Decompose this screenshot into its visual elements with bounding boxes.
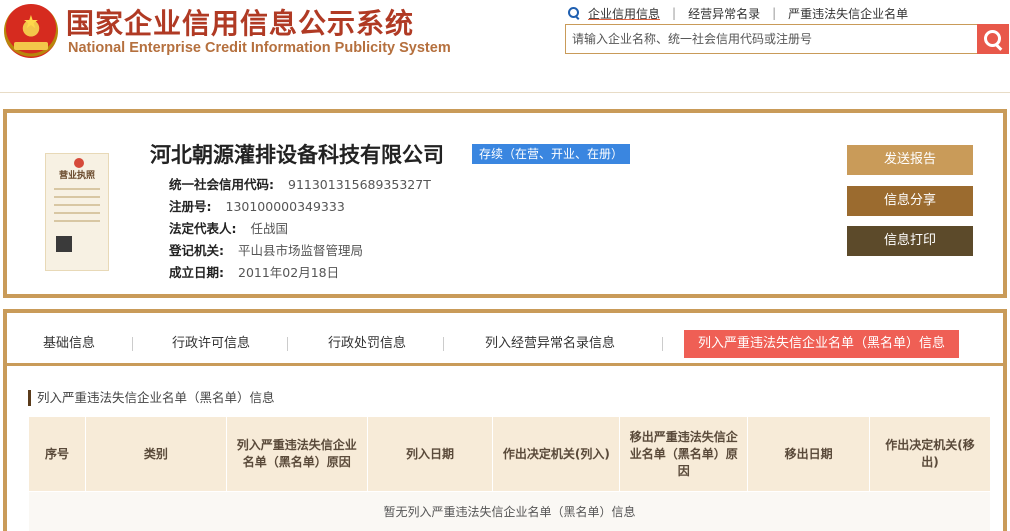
table-header-row: 序号 类别 列入严重违法失信企业名单（黑名单）原因 列入日期 作出决定机关(列入…: [28, 416, 991, 492]
tab-admin-license[interactable]: 行政许可信息: [172, 330, 250, 358]
print-info-button[interactable]: 信息打印: [847, 226, 973, 256]
site-header: ★ 国家企业信用信息公示系统 National Enterprise Credi…: [0, 0, 1010, 92]
search-icon: [568, 7, 580, 19]
tab-basic-info[interactable]: 基础信息: [43, 330, 95, 358]
tab-divider: [443, 337, 444, 351]
nav-separator: |: [672, 6, 677, 20]
header-divider: [0, 92, 1010, 93]
nav-link-credit-info[interactable]: 企业信用信息: [588, 5, 660, 22]
site-title-english: National Enterprise Credit Information P…: [68, 40, 451, 56]
tab-divider: [132, 337, 133, 351]
license-title: 营业执照: [58, 171, 95, 181]
column-header: 列入严重违法失信企业名单（黑名单）原因: [225, 416, 368, 492]
seal-icon: [74, 158, 84, 168]
blacklist-table: 序号 类别 列入严重违法失信企业名单（黑名单）原因 列入日期 作出决定机关(列入…: [28, 416, 991, 531]
table-row: 暂无列入严重违法失信企业名单（黑名单）信息: [28, 491, 991, 531]
license-line: [54, 204, 100, 206]
column-header: 序号: [28, 416, 86, 492]
field-value: 2011年02月18日: [238, 265, 340, 280]
nav-separator: |: [772, 6, 777, 20]
tab-divider: [287, 337, 288, 351]
field-reg-number: 注册号: 130100000349333: [169, 196, 345, 215]
detail-panel: 基础信息 行政许可信息 行政处罚信息 列入经营异常名录信息 列入严重违法失信企业…: [3, 309, 1007, 531]
field-value: 130100000349333: [225, 199, 345, 214]
field-label: 法定代表人:: [169, 221, 237, 236]
field-value: 平山县市场监督管理局: [238, 243, 364, 258]
field-legal-rep: 法定代表人: 任战国: [169, 218, 288, 237]
column-header: 类别: [84, 416, 227, 492]
search-button[interactable]: [977, 24, 1009, 54]
section-title: 列入严重违法失信企业名单（黑名单）信息: [28, 390, 275, 406]
top-nav: 企业信用信息 | 经营异常名录 | 严重违法失信企业名单: [568, 4, 908, 22]
column-header: 移出严重违法失信企业名单（黑名单）原因: [619, 416, 749, 492]
column-header: 作出决定机关(列入): [492, 416, 621, 492]
tab-abnormal-list[interactable]: 列入经营异常名录信息: [485, 330, 615, 358]
field-label: 统一社会信用代码:: [169, 177, 274, 192]
empty-message: 暂无列入严重违法失信企业名单（黑名单）信息: [28, 491, 991, 531]
business-license-image[interactable]: 营业执照: [45, 153, 109, 271]
column-header: 作出决定机关(移出): [869, 416, 991, 492]
qr-code-icon: [56, 236, 72, 252]
license-line: [54, 220, 100, 222]
field-label: 注册号:: [169, 199, 212, 214]
field-registration-authority: 登记机关: 平山县市场监督管理局: [169, 240, 363, 259]
company-card: 营业执照 河北朝源灌排设备科技有限公司 存续（在营、开业、在册） 统一社会信用代…: [3, 109, 1007, 298]
field-value: 91130131568935327T: [288, 177, 431, 192]
nav-link-abnormal-list[interactable]: 经营异常名录: [688, 5, 760, 22]
tab-divider: [662, 337, 663, 351]
column-header: 移出日期: [747, 416, 871, 492]
tab-bar: 基础信息 行政许可信息 行政处罚信息 列入经营异常名录信息 列入严重违法失信企业…: [7, 313, 1003, 366]
field-value: 任战国: [250, 221, 289, 236]
license-line: [54, 188, 100, 190]
column-header: 列入日期: [366, 416, 494, 492]
national-emblem-icon: ★: [4, 4, 58, 58]
send-report-button[interactable]: 发送报告: [847, 145, 973, 175]
search-box: [565, 24, 1009, 54]
license-line: [54, 196, 100, 198]
company-name: 河北朝源灌排设备科技有限公司: [150, 143, 444, 167]
search-input[interactable]: [566, 25, 974, 53]
field-credit-code: 统一社会信用代码: 91130131568935327T: [169, 174, 431, 193]
field-label: 登记机关:: [169, 243, 224, 258]
nav-link-blacklist[interactable]: 严重违法失信企业名单: [788, 5, 908, 22]
license-line: [54, 212, 100, 214]
tab-blacklist[interactable]: 列入严重违法失信企业名单（黑名单）信息: [684, 330, 960, 358]
status-badge: 存续（在营、开业、在册）: [472, 144, 631, 164]
field-establish-date: 成立日期: 2011年02月18日: [169, 262, 339, 281]
site-title: 国家企业信用信息公示系统: [66, 7, 415, 40]
share-info-button[interactable]: 信息分享: [847, 186, 973, 216]
field-label: 成立日期:: [169, 265, 224, 280]
tab-admin-penalty[interactable]: 行政处罚信息: [328, 330, 406, 358]
